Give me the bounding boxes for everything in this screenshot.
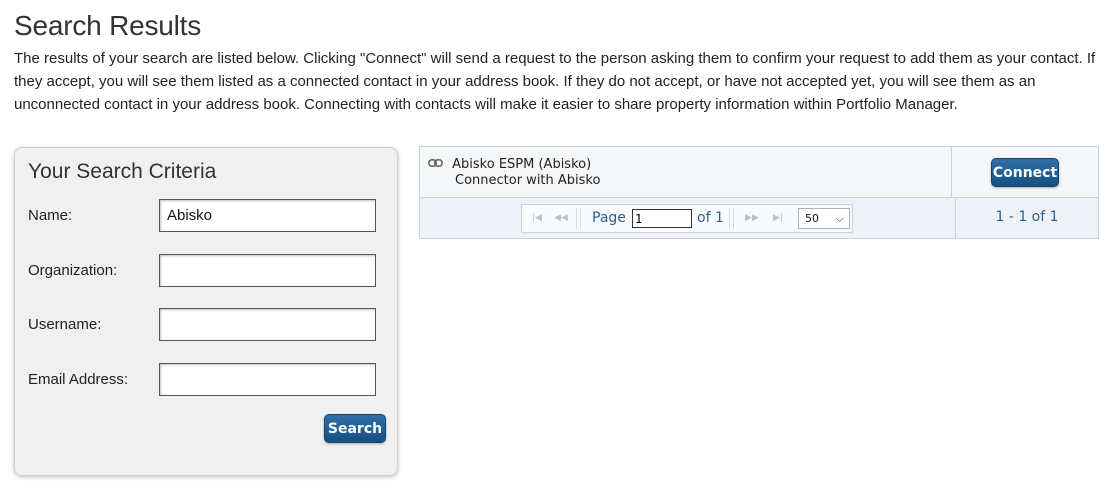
pagination-bar: |◀ ◀◀ Page of 1 ▶▶ ▶| 50 ⌵ xyxy=(521,204,853,233)
next-page-icon[interactable]: ▶▶ xyxy=(741,205,763,232)
username-label: Username: xyxy=(28,316,102,333)
intro-text: The results of your search are listed be… xyxy=(14,50,1096,113)
email-address-input[interactable] xyxy=(159,363,376,396)
result-info: Abisko ESPM (Abisko) Connector with Abis… xyxy=(428,157,600,189)
result-name: Abisko ESPM (Abisko) xyxy=(452,157,592,172)
result-count: 1 - 1 of 1 xyxy=(995,209,1059,225)
organization-label: Organization: xyxy=(28,262,118,279)
username-input[interactable] xyxy=(159,308,376,341)
pager-row: |◀ ◀◀ Page of 1 ▶▶ ▶| 50 ⌵ 1 - 1 of 1 xyxy=(420,198,1098,238)
pager-divider xyxy=(580,208,581,229)
page-total: of 1 xyxy=(697,210,724,226)
page-title: Search Results xyxy=(14,10,202,41)
action-cell: Connect xyxy=(951,147,1098,197)
page-number-input[interactable] xyxy=(632,209,692,228)
count-cell: 1 - 1 of 1 xyxy=(955,198,1098,238)
search-criteria-panel: Your Search Criteria Name: Organization:… xyxy=(14,147,398,476)
organization-input[interactable] xyxy=(159,254,376,287)
page-size-value: 50 xyxy=(805,212,819,225)
search-button[interactable]: Search xyxy=(324,414,386,443)
page-label: Page xyxy=(592,210,626,226)
link-icon xyxy=(428,157,452,172)
pager-divider xyxy=(729,208,730,229)
search-criteria-title: Your Search Criteria xyxy=(28,160,217,183)
first-page-icon[interactable]: |◀ xyxy=(526,205,548,232)
result-subtitle: Connector with Abisko xyxy=(455,173,601,188)
pager-divider xyxy=(576,208,577,229)
email-address-label: Email Address: xyxy=(28,371,129,388)
name-label: Name: xyxy=(28,207,73,224)
last-page-icon[interactable]: ▶| xyxy=(767,205,789,232)
prev-page-icon[interactable]: ◀◀ xyxy=(550,205,572,232)
name-input[interactable] xyxy=(159,199,376,232)
connect-button[interactable]: Connect xyxy=(991,158,1059,187)
chevron-down-icon: ⌵ xyxy=(835,212,844,225)
results-table: Abisko ESPM (Abisko) Connector with Abis… xyxy=(419,146,1099,239)
pager-divider xyxy=(733,208,734,229)
page-size-select[interactable]: 50 ⌵ xyxy=(798,208,850,229)
result-row: Abisko ESPM (Abisko) Connector with Abis… xyxy=(420,147,1098,198)
